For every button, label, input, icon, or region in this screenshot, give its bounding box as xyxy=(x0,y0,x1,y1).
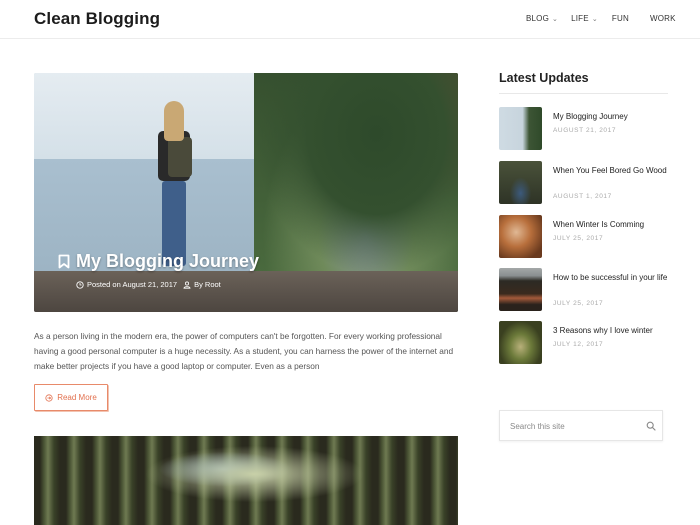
post-author[interactable]: By Root xyxy=(194,280,221,289)
search-input[interactable] xyxy=(510,419,640,433)
post-title[interactable]: How to be successful in your life xyxy=(553,272,669,284)
featured-post-image[interactable]: My Blogging Journey Posted on August 21,… xyxy=(34,73,458,312)
post-thumbnail[interactable] xyxy=(499,107,542,150)
image-person xyxy=(152,101,196,266)
nav-item-work[interactable]: WORK xyxy=(650,14,676,23)
post-date: JULY 12, 2017 xyxy=(553,341,604,348)
main-nav: BLOG ⌄ LIFE ⌄ FUN WORK xyxy=(526,14,676,23)
post-thumbnail[interactable] xyxy=(499,215,542,258)
post-date: AUGUST 21, 2017 xyxy=(553,127,617,134)
featured-post-meta: Posted on August 21, 2017 By Root xyxy=(76,280,221,289)
featured-post-title[interactable]: My Blogging Journey xyxy=(58,251,259,272)
featured-post-title-text: My Blogging Journey xyxy=(76,251,260,271)
arrow-circle-icon xyxy=(45,393,53,402)
second-post-image[interactable] xyxy=(34,436,458,525)
sidebar-post[interactable]: 3 Reasons why I love winter JULY 12, 201… xyxy=(499,321,669,365)
post-title[interactable]: My Blogging Journey xyxy=(553,111,669,123)
post-date: JULY 25, 2017 xyxy=(553,300,604,307)
read-more-button[interactable]: Read More xyxy=(34,384,108,411)
nav-item-label: LIFE xyxy=(571,14,589,23)
post-title[interactable]: When Winter Is Comming xyxy=(553,219,669,231)
sidebar-post[interactable]: My Blogging Journey AUGUST 21, 2017 xyxy=(499,107,669,151)
post-date: AUGUST 1, 2017 xyxy=(553,193,612,200)
post-thumbnail[interactable] xyxy=(499,161,542,204)
sidebar-post[interactable]: How to be successful in your life JULY 2… xyxy=(499,268,669,312)
sidebar-post[interactable]: When Winter Is Comming JULY 25, 2017 xyxy=(499,215,669,259)
nav-item-label: FUN xyxy=(611,14,629,23)
post-thumbnail[interactable] xyxy=(499,268,542,311)
post-title[interactable]: 3 Reasons why I love winter xyxy=(553,325,669,337)
sidebar-post[interactable]: When You Feel Bored Go Wood AUGUST 1, 20… xyxy=(499,161,669,205)
clock-icon xyxy=(76,280,84,289)
site-title[interactable]: Clean Blogging xyxy=(34,9,160,29)
bookmark-icon xyxy=(58,254,70,269)
chevron-down-icon: ⌄ xyxy=(552,15,559,23)
nav-item-blog[interactable]: BLOG ⌄ xyxy=(526,14,558,23)
nav-item-label: WORK xyxy=(649,14,676,23)
image-trees xyxy=(254,73,458,277)
nav-item-label: BLOG xyxy=(526,14,550,23)
post-thumbnail[interactable] xyxy=(499,321,542,364)
search-icon[interactable] xyxy=(646,421,656,431)
nav-item-life[interactable]: LIFE ⌄ xyxy=(571,14,598,23)
posted-date: Posted on August 21, 2017 xyxy=(87,280,178,289)
nav-item-fun[interactable]: FUN xyxy=(612,14,629,23)
read-more-label: Read More xyxy=(57,393,97,402)
sidebar-title: Latest Updates xyxy=(499,71,589,85)
site-header: Clean Blogging BLOG ⌄ LIFE ⌄ FUN WORK xyxy=(0,0,700,39)
search-box xyxy=(499,410,663,441)
image-ground xyxy=(34,271,458,312)
featured-post-excerpt: As a person living in the modern era, th… xyxy=(34,331,454,371)
sidebar-divider xyxy=(499,93,668,94)
post-title[interactable]: When You Feel Bored Go Wood xyxy=(553,165,669,177)
chevron-down-icon: ⌄ xyxy=(591,15,598,23)
user-icon xyxy=(183,281,191,289)
post-date: JULY 25, 2017 xyxy=(553,235,604,242)
